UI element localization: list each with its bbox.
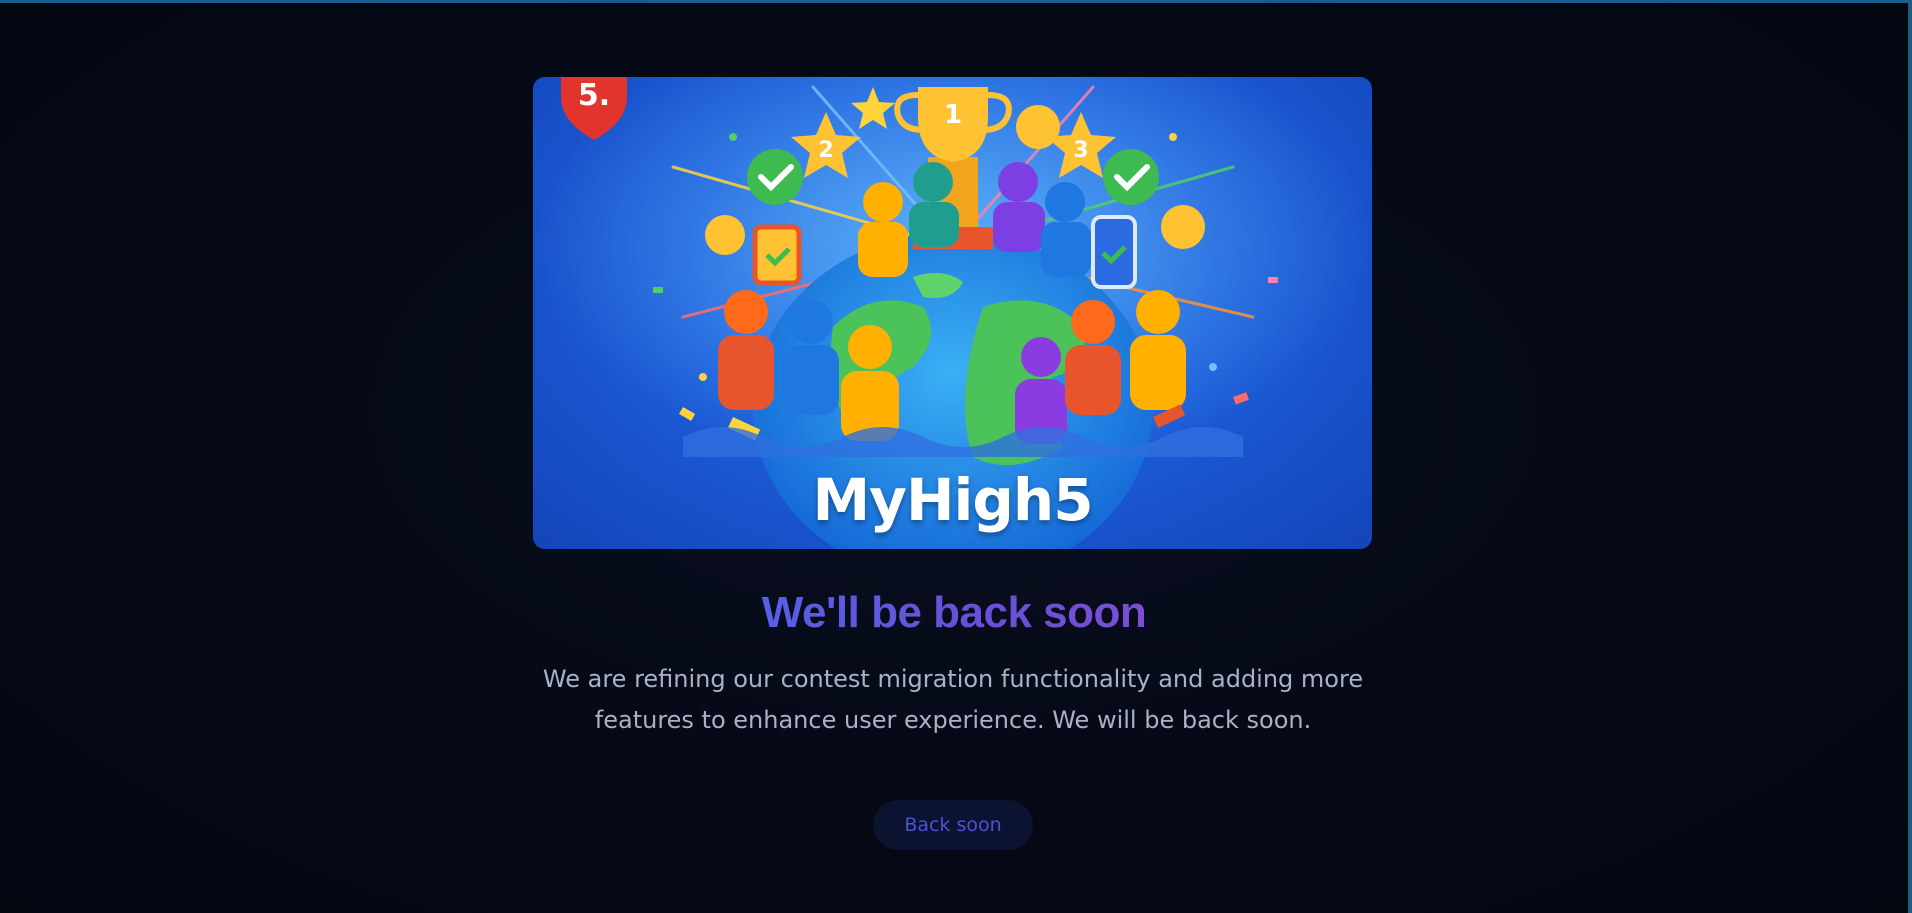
svg-text:3: 3 xyxy=(1073,138,1088,163)
page-title-wrapper: We'll be back soon xyxy=(0,586,1908,640)
svg-text:1: 1 xyxy=(944,100,962,130)
brand-logo-text: MyHigh5 xyxy=(812,466,1093,534)
hero-illustration: 1 2 3 5. MyHigh5 xyxy=(533,77,1372,549)
page-title: We'll be back soon xyxy=(761,588,1147,637)
maintenance-message: We are refining our contest migration fu… xyxy=(542,665,1364,734)
back-soon-button[interactable]: Back soon xyxy=(873,800,1033,850)
window-frame: 1 2 3 5. MyHigh5 We'll be back soon We a… xyxy=(0,0,1912,913)
svg-text:5.: 5. xyxy=(578,78,610,113)
svg-text:2: 2 xyxy=(818,138,833,163)
